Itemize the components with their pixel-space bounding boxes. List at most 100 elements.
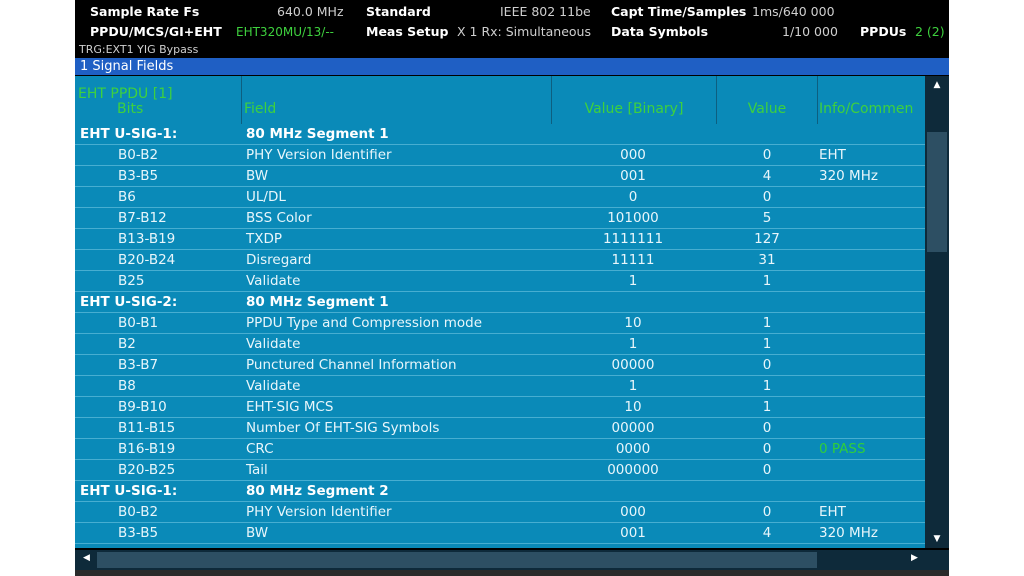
table-row[interactable]: B8 Validate 1 1 <box>75 376 925 397</box>
ppdu-mcs-label: PPDU/MCS/GI+EHT <box>90 24 222 39</box>
table-row[interactable]: B20-B25 Tail 000000 0 <box>75 460 925 481</box>
column-divider[interactable] <box>817 76 818 124</box>
cell-bits: B7-B12 <box>118 210 167 226</box>
cell-value: 31 <box>758 252 776 268</box>
column-header-field[interactable]: Field <box>244 101 276 117</box>
cell-field: BSS Color <box>246 210 312 226</box>
cell-binary: 00000 <box>611 420 655 436</box>
cell-bits: B3-B7 <box>118 357 159 373</box>
cell-bits: B3-B5 <box>118 168 159 184</box>
cell-value: 1 <box>762 336 772 352</box>
down-arrow-icon[interactable]: ▼ <box>925 534 949 544</box>
left-arrow-icon[interactable]: ◀ <box>83 553 90 563</box>
table-row[interactable]: B0-B2 PHY Version Identifier 000 0 EHT <box>75 145 925 166</box>
capt-time-value: 1ms/640 000 <box>752 4 835 19</box>
horizontal-scrollbar[interactable]: ◀ ▶ <box>75 550 949 570</box>
table-row[interactable]: B9-B10 EHT-SIG MCS 10 1 <box>75 397 925 418</box>
cell-value: 0 <box>762 420 772 436</box>
column-divider[interactable] <box>241 76 242 124</box>
cell-bits: B13-B19 <box>118 231 176 247</box>
table-row[interactable]: B25 Validate 1 1 <box>75 271 925 292</box>
cell-bits: B0-B2 <box>118 147 159 163</box>
cell-field: Number Of EHT-SIG Symbols <box>246 420 440 436</box>
table-row[interactable]: B0-B1 PPDU Type and Compression mode 10 1 <box>75 313 925 334</box>
cell-bits: B20-B25 <box>118 462 176 478</box>
cell-binary: 001 <box>620 168 646 184</box>
cell-binary: 001 <box>620 525 646 541</box>
cell-bits: B0-B2 <box>118 504 159 520</box>
cell-field: BW <box>246 525 269 541</box>
table-row[interactable]: B6 UL/DL 0 0 <box>75 187 925 208</box>
table-group-row[interactable]: EHT U-SIG-2: 80 MHz Segment 1 <box>75 292 925 313</box>
table-row[interactable]: B2 Validate 1 1 <box>75 334 925 355</box>
cell-binary: 1 <box>628 273 638 289</box>
up-arrow-icon[interactable]: ▲ <box>925 80 949 90</box>
table-group-row[interactable]: EHT U-SIG-1: 80 MHz Segment 2 <box>75 481 925 502</box>
table-row[interactable]: B7-B12 BSS Color 101000 5 <box>75 208 925 229</box>
cell-field: 80 MHz Segment 1 <box>246 294 389 310</box>
data-symbols-label: Data Symbols <box>611 24 709 39</box>
cell-value: 4 <box>762 168 772 184</box>
cell-bits: EHT U-SIG-1: <box>80 126 178 142</box>
cell-value: 4 <box>762 525 772 541</box>
vertical-scrollbar[interactable]: ▲ ▼ <box>925 76 949 548</box>
cell-field: PHY Version Identifier <box>246 147 392 163</box>
cell-field: UL/DL <box>246 189 286 205</box>
cell-binary: 1 <box>628 378 638 394</box>
trigger-status: TRG:EXT1 YIG Bypass <box>79 43 199 56</box>
cell-bits: B2 <box>118 336 136 352</box>
cell-binary: 1 <box>628 336 638 352</box>
cell-value: 0 <box>762 189 772 205</box>
table-row[interactable]: B0-B2 PHY Version Identifier 000 0 EHT <box>75 502 925 523</box>
cell-field: Validate <box>246 378 301 394</box>
cell-value: 0 <box>762 504 772 520</box>
analyzer-screen: Sample Rate Fs 640.0 MHz Standard IEEE 8… <box>75 0 949 576</box>
cell-binary: 10 <box>624 315 642 331</box>
cell-binary: 000000 <box>607 462 659 478</box>
cell-binary: 0000 <box>615 441 651 457</box>
window-title[interactable]: 1 Signal Fields <box>75 58 949 75</box>
vertical-scroll-thumb[interactable] <box>927 132 947 252</box>
table-group-row[interactable]: EHT U-SIG-1: 80 MHz Segment 1 <box>75 124 925 145</box>
cell-bits: B8 <box>118 378 136 394</box>
data-symbols-value: 1/10 000 <box>782 24 838 39</box>
cell-field: PHY Version Identifier <box>246 504 392 520</box>
cell-value: 1 <box>762 315 772 331</box>
cell-value: 0 <box>762 441 772 457</box>
column-header-info[interactable]: Info/Commen <box>819 101 913 117</box>
right-arrow-icon[interactable]: ▶ <box>911 553 918 563</box>
cell-value: 1 <box>762 273 772 289</box>
column-header-group[interactable]: EHT PPDU [1] <box>78 86 173 102</box>
standard-label: Standard <box>366 4 431 19</box>
horizontal-scroll-thumb[interactable] <box>97 552 817 568</box>
cell-info: 0 PASS <box>819 441 866 457</box>
column-header-bits[interactable]: Bits <box>117 101 143 117</box>
cell-binary: 00000 <box>611 357 655 373</box>
cell-info: EHT <box>819 147 846 163</box>
table-row[interactable]: B3-B5 BW 001 4 320 MHz <box>75 523 925 544</box>
table-row[interactable]: B3-B5 BW 001 4 320 MHz <box>75 166 925 187</box>
cell-field: Tail <box>246 462 268 478</box>
cell-field: PPDU Type and Compression mode <box>246 315 483 331</box>
cell-binary: 101000 <box>607 210 659 226</box>
table-row[interactable]: B13-B19 TXDP 1111111 127 <box>75 229 925 250</box>
cell-bits: B0-B1 <box>118 315 159 331</box>
table-row[interactable]: B16-B19 CRC 0000 0 0 PASS <box>75 439 925 460</box>
column-header-binary[interactable]: Value [Binary] <box>551 101 717 117</box>
ppdu-mcs-value: EHT320MU/13/-- <box>236 25 334 39</box>
cell-binary: 000 <box>620 147 646 163</box>
cell-value: 0 <box>762 147 772 163</box>
column-header-value[interactable]: Value <box>717 101 817 117</box>
cell-info: EHT <box>819 504 846 520</box>
meas-setup-label: Meas Setup <box>366 24 449 39</box>
cell-info: 320 MHz <box>819 525 878 541</box>
table-body: EHT U-SIG-1: 80 MHz Segment 1 B0-B2 PHY Ver… <box>75 124 925 544</box>
cell-field: 80 MHz Segment 2 <box>246 483 389 499</box>
cell-field: EHT-SIG MCS <box>246 399 334 415</box>
ppdus-value: 2 (2) <box>915 24 945 39</box>
table-row[interactable]: B20-B24 Disregard 11111 31 <box>75 250 925 271</box>
standard-value: IEEE 802 11be <box>500 4 591 19</box>
table-row[interactable]: B11-B15 Number Of EHT-SIG Symbols 00000 0 <box>75 418 925 439</box>
table-row[interactable]: B3-B7 Punctured Channel Information 00000 0 <box>75 355 925 376</box>
column-header-row: EHT PPDU [1] Bits Field Value [Binary] V… <box>75 76 925 124</box>
